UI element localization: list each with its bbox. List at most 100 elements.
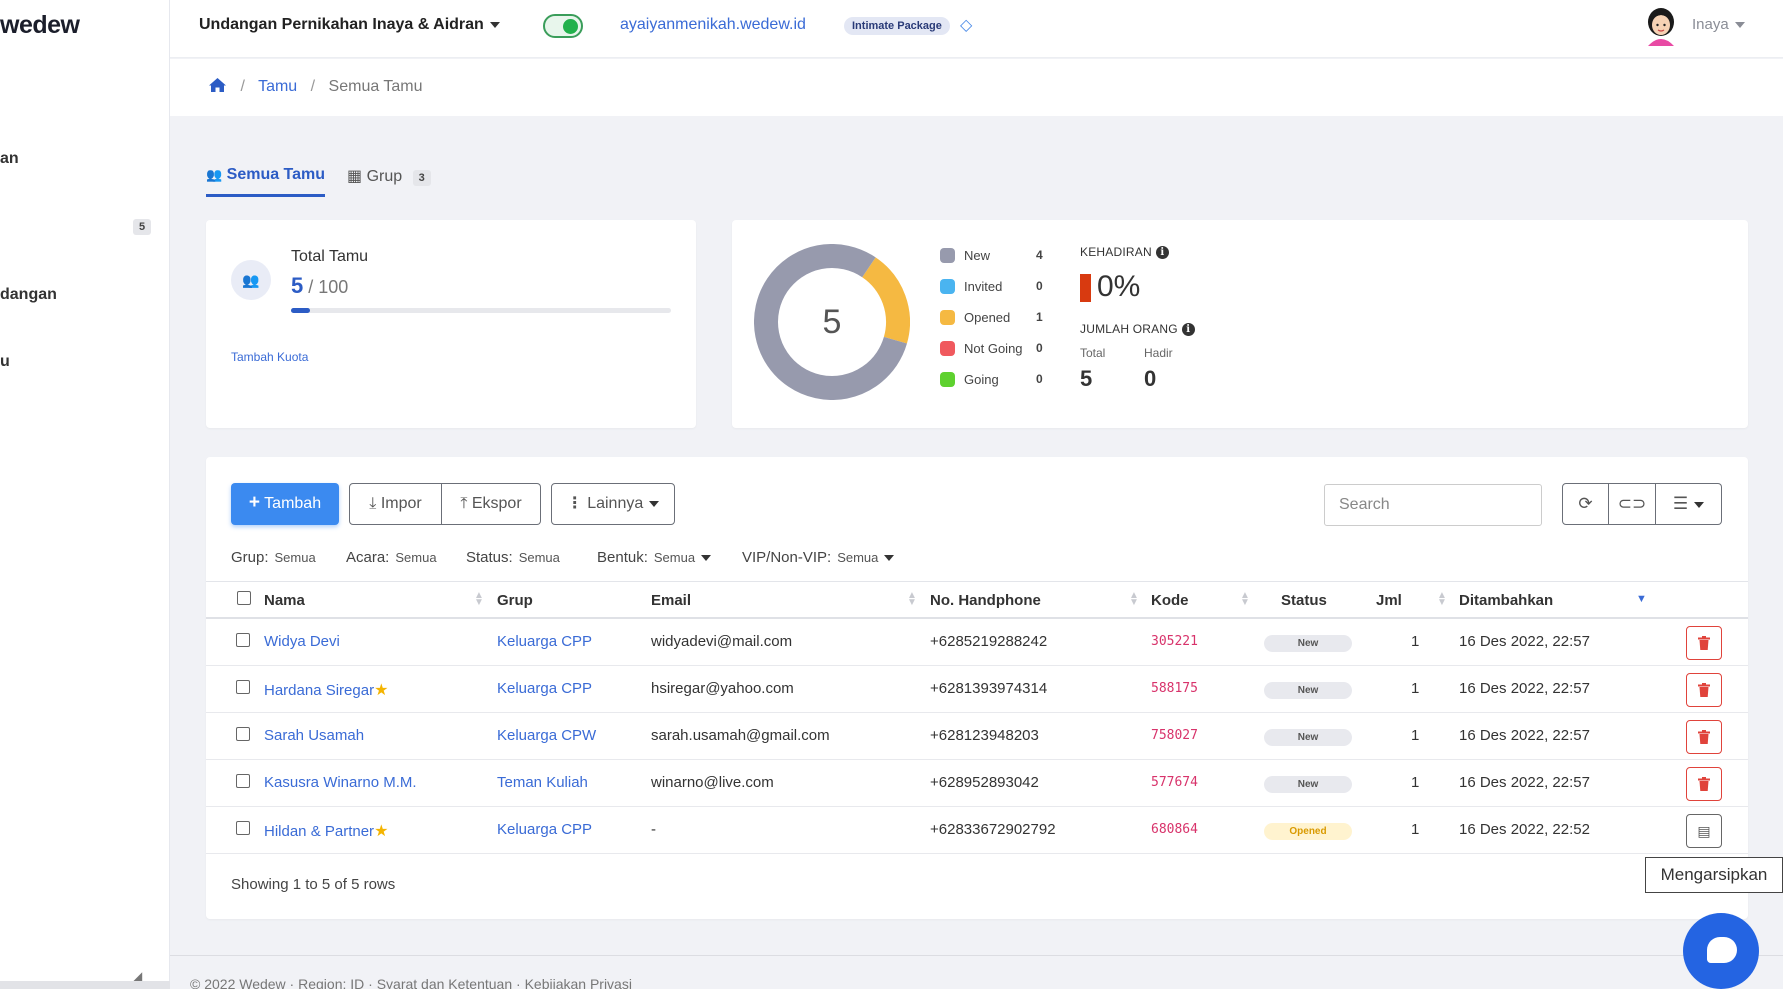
user-menu[interactable]: Inaya: [1692, 16, 1745, 33]
col-status[interactable]: Status: [1281, 592, 1327, 609]
filter-label: Acara:: [346, 549, 390, 566]
breadcrumb-bar: / Tamu / Semua Tamu: [170, 59, 1783, 116]
row-checkbox[interactable]: [236, 680, 250, 694]
status-card: 5 New 4 Invited 0 Opened 1 Not Going 0 Going 0 KE…: [732, 220, 1748, 428]
sort-icon[interactable]: ▲ ▼: [1240, 591, 1250, 608]
legend-item[interactable]: Opened 1: [940, 308, 1050, 339]
legend-swatch: [940, 279, 955, 294]
delete-button[interactable]: [1686, 720, 1722, 754]
sort-desc-icon[interactable]: ▼: [1636, 594, 1647, 605]
legend-item[interactable]: Not Going 0: [940, 339, 1050, 370]
col-hp[interactable]: No. Handphone: [930, 592, 1041, 609]
guest-group-link[interactable]: Keluarga CPP: [497, 821, 592, 838]
tambah-kuota-link[interactable]: Tambah Kuota: [231, 350, 308, 364]
tab-grup[interactable]: ▦ Grup 3: [347, 166, 431, 196]
sidebar-item-1[interactable]: an: [0, 150, 19, 168]
guest-added-date: 16 Des 2022, 22:57: [1459, 633, 1590, 650]
legend-item[interactable]: Going 0: [940, 370, 1050, 401]
site-link[interactable]: ayaiyanmenikah.wedew.id: [620, 16, 806, 34]
guest-group-link[interactable]: Keluarga CPP: [497, 680, 592, 697]
package-badge[interactable]: Intimate Package: [844, 17, 950, 35]
home-icon[interactable]: [208, 77, 227, 93]
select-all-checkbox[interactable]: [237, 591, 251, 605]
guest-count: 1: [1411, 633, 1420, 650]
guest-added-date: 16 Des 2022, 22:57: [1459, 727, 1590, 744]
status-badge: Opened: [1264, 823, 1352, 840]
guest-name-link[interactable]: Hardana Siregar: [264, 682, 374, 699]
guest-name-link[interactable]: Hildan & Partner: [264, 823, 374, 840]
sidebar-scrollbar[interactable]: [0, 981, 170, 989]
avatar[interactable]: [1644, 8, 1678, 46]
toggle-view-button[interactable]: ⊂⊃: [1609, 483, 1656, 525]
delete-button[interactable]: [1686, 673, 1722, 707]
col-nama[interactable]: Nama: [264, 592, 305, 609]
filter-status[interactable]: Status: Semua: [466, 549, 560, 566]
legend-count: 0: [1036, 372, 1043, 386]
tab-label: Grup: [366, 168, 403, 185]
filter-bentuk[interactable]: Bentuk: Semua: [597, 549, 712, 566]
legend-label: Going: [964, 372, 999, 387]
breadcrumb-separator: /: [310, 78, 316, 95]
table-row: Sarah Usamah Keluarga CPW sarah.usamah@gma…: [206, 713, 1748, 760]
info-icon[interactable]: i: [1181, 323, 1195, 337]
col-jml[interactable]: Jml: [1376, 592, 1402, 609]
jumlah-orang-text: JUMLAH ORANG: [1080, 322, 1178, 336]
sidebar-item-3[interactable]: u: [0, 353, 10, 371]
chat-button[interactable]: [1683, 913, 1759, 989]
guest-count: 1: [1411, 727, 1420, 744]
col-ditambahkan[interactable]: Ditambahkan: [1459, 592, 1553, 609]
impor-label: Impor: [380, 495, 422, 512]
sidebar-item-2[interactable]: dangan: [0, 286, 57, 304]
impor-button[interactable]: ⤓ Impor: [349, 483, 442, 525]
legend-count: 0: [1036, 341, 1043, 355]
filter-grup[interactable]: Grup: Semua: [231, 549, 316, 566]
info-icon[interactable]: i: [1155, 246, 1169, 260]
guest-group-link[interactable]: Teman Kuliah: [497, 774, 588, 791]
sort-icon[interactable]: ▲ ▼: [1129, 591, 1139, 608]
sidebar-badge: 5: [133, 219, 152, 235]
plus-icon: +: [248, 492, 261, 513]
chat-bubble-icon: [1707, 937, 1737, 963]
legend-item[interactable]: Invited 0: [940, 277, 1050, 308]
col-grup[interactable]: Grup: [497, 592, 533, 609]
delete-button[interactable]: [1686, 767, 1722, 801]
guest-group-link[interactable]: Keluarga CPP: [497, 633, 592, 650]
guest-name-link[interactable]: Sarah Usamah: [264, 727, 364, 744]
event-selector[interactable]: Undangan Pernikahan Inaya & Aidran: [199, 16, 500, 34]
archive-tooltip: Mengarsipkan: [1645, 857, 1783, 893]
filter-vip[interactable]: VIP/Non-VIP: Semua: [742, 549, 895, 566]
lainnya-button[interactable]: ⋮ Lainnya: [551, 483, 675, 525]
legend-item[interactable]: New 4: [940, 246, 1050, 277]
quota-progress: [291, 308, 671, 313]
legend-swatch: [940, 341, 955, 356]
row-checkbox[interactable]: [236, 821, 250, 835]
download-icon: ⤓: [369, 495, 377, 512]
guest-name-link[interactable]: Widya Devi: [264, 633, 340, 650]
app-logo[interactable]: wedew: [0, 11, 80, 40]
delete-button[interactable]: [1686, 626, 1722, 660]
tab-semua-tamu[interactable]: 👥 Semua Tamu: [206, 166, 326, 197]
row-checkbox[interactable]: [236, 727, 250, 741]
archive-button[interactable]: ▤: [1686, 814, 1722, 848]
sort-icon[interactable]: ▲ ▼: [474, 591, 484, 608]
search-input[interactable]: [1324, 484, 1542, 526]
filter-acara[interactable]: Acara: Semua: [346, 549, 437, 566]
guest-name-link[interactable]: Kasusra Winarno M.M.: [264, 774, 417, 791]
columns-button[interactable]: ☰: [1656, 483, 1722, 525]
col-email[interactable]: Email: [651, 592, 691, 609]
col-kode[interactable]: Kode: [1151, 592, 1189, 609]
total-tamu-count: 5: [291, 273, 304, 298]
guest-code: 680864: [1151, 822, 1198, 837]
ekspor-button[interactable]: ⤒ Ekspor: [442, 483, 541, 525]
sort-icon[interactable]: ▲ ▼: [1437, 591, 1447, 608]
row-checkbox[interactable]: [236, 774, 250, 788]
breadcrumb-tamu[interactable]: Tamu: [258, 78, 297, 95]
refresh-button[interactable]: ⟳: [1562, 483, 1609, 525]
publish-toggle[interactable]: [543, 14, 583, 38]
caret-down-icon: [884, 555, 895, 562]
tambah-button[interactable]: + Tambah: [231, 483, 339, 525]
sort-icon[interactable]: ▲ ▼: [907, 591, 917, 608]
guest-group-link[interactable]: Keluarga CPW: [497, 727, 596, 744]
guest-count: 1: [1411, 680, 1420, 697]
row-checkbox[interactable]: [236, 633, 250, 647]
